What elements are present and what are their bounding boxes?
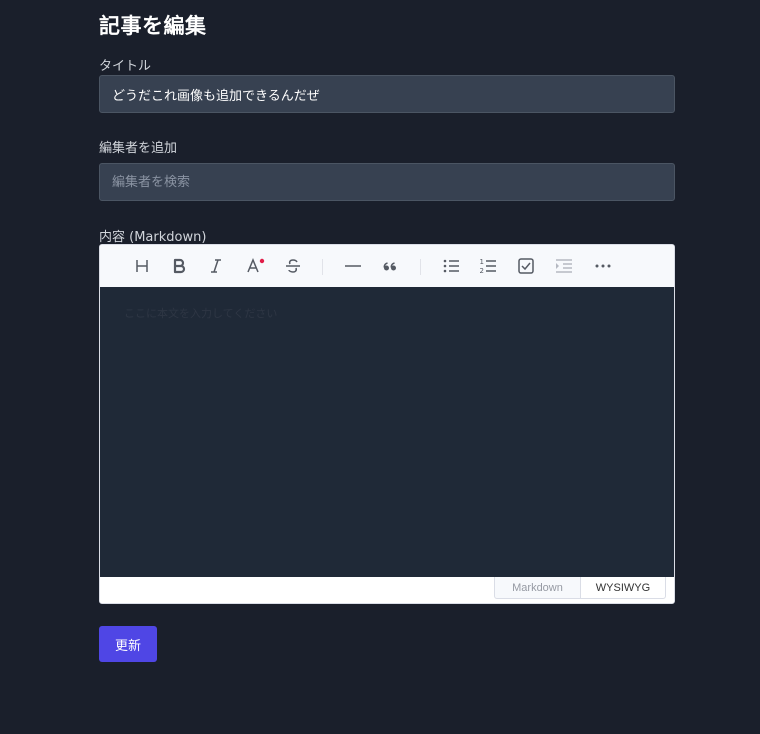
indent-icon — [556, 259, 572, 273]
svg-text:1: 1 — [480, 258, 484, 266]
blockquote-icon — [383, 262, 396, 271]
editor-toolbar: 1 2 — [100, 245, 674, 288]
update-button[interactable]: 更新 — [99, 626, 157, 662]
horizontal-line-button[interactable] — [341, 254, 365, 278]
strikethrough-icon — [286, 259, 300, 273]
text-color-icon — [247, 258, 265, 273]
text-color-button[interactable] — [243, 254, 267, 278]
bullet-list-button[interactable] — [439, 254, 463, 278]
task-list-button[interactable] — [514, 254, 538, 278]
more-button[interactable] — [591, 254, 615, 278]
heading-icon — [136, 260, 148, 272]
markdown-mode-tab[interactable]: Markdown — [494, 577, 581, 599]
content-label: 内容 (Markdown) — [99, 230, 207, 245]
mode-switch: Markdown WYSIWYG — [100, 577, 674, 603]
bold-button[interactable] — [167, 254, 191, 278]
wysiwyg-mode-tab[interactable]: WYSIWYG — [580, 577, 666, 599]
toolbar-divider — [420, 259, 421, 275]
markdown-editor: 1 2 ここに本文を入力してください Markdown WYSIWYG — [99, 244, 675, 604]
svg-text:2: 2 — [480, 267, 484, 275]
editors-label: 編集者を追加 — [99, 141, 178, 156]
editor-search-input[interactable] — [99, 163, 675, 201]
italic-icon — [211, 259, 221, 273]
page-title: 記事を編集 — [99, 14, 207, 38]
indent-button[interactable] — [552, 254, 576, 278]
bullet-list-icon — [443, 259, 459, 273]
title-input[interactable] — [99, 75, 675, 113]
heading-button[interactable] — [130, 254, 154, 278]
italic-button[interactable] — [204, 254, 228, 278]
title-label: タイトル — [99, 59, 152, 74]
editor-content-area[interactable]: ここに本文を入力してください — [100, 287, 674, 579]
toolbar-divider — [322, 259, 323, 275]
ordered-list-icon: 1 2 — [480, 258, 496, 275]
task-checkbox-icon — [518, 258, 534, 274]
editor-placeholder: ここに本文を入力してください — [124, 307, 278, 320]
horizontal-line-icon — [345, 265, 361, 267]
ordered-list-button[interactable]: 1 2 — [476, 254, 500, 278]
blockquote-button[interactable] — [378, 254, 402, 278]
more-icon — [595, 264, 611, 268]
strikethrough-button[interactable] — [281, 254, 305, 278]
bold-icon — [173, 258, 186, 274]
